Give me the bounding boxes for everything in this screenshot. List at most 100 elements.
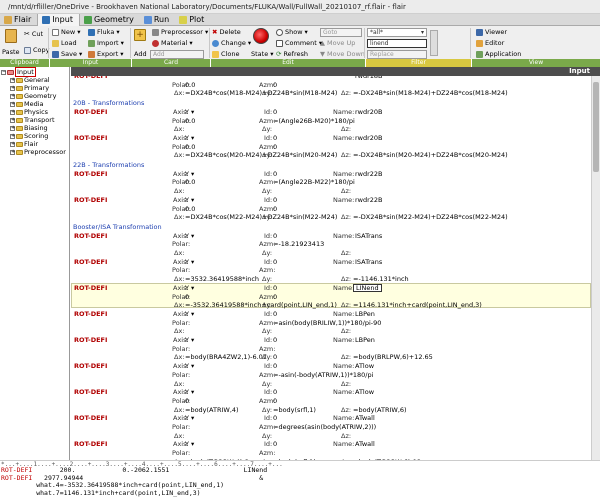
axis-value[interactable]: Y ▾	[185, 108, 194, 116]
name-value[interactable]: ATlow	[355, 388, 374, 396]
name-input[interactable]: LINend	[353, 283, 382, 292]
azm-value[interactable]: =asin(body(BRILIW,1))*180/pi-90	[273, 319, 381, 327]
load-button[interactable]: Load	[52, 39, 77, 48]
move-down-button[interactable]: ▼ Move Down	[320, 50, 365, 59]
expand-icon[interactable]: +	[10, 125, 15, 131]
tree-item-general[interactable]: + General	[10, 76, 50, 84]
collapse-icon[interactable]: −	[1, 69, 6, 75]
azm-value[interactable]: =(Angle22B-M22)*180/pi	[273, 178, 355, 186]
polar-value[interactable]: 0	[185, 397, 189, 405]
id-value[interactable]: 0	[273, 440, 277, 448]
tree-item-preprocessor[interactable]: + Preprocessor	[10, 148, 66, 156]
axis-value[interactable]: Y ▾	[185, 258, 194, 266]
tree-item-scoring[interactable]: + Scoring	[10, 132, 48, 140]
dz-value[interactable]: =body(ATRIW,6)	[353, 406, 407, 414]
goto-input[interactable]: Goto	[320, 28, 362, 37]
name-value[interactable]: ISATrans	[355, 232, 382, 240]
expand-icon[interactable]: +	[10, 149, 15, 155]
dx-value[interactable]: =body(ATRIW,4)	[185, 406, 239, 414]
scrollbar-thumb[interactable]	[593, 82, 599, 172]
tree-item-primary[interactable]: + Primary	[10, 84, 49, 92]
dx-value[interactable]: =body(BRA4ZW2,1)-6.07	[185, 353, 267, 361]
id-value[interactable]: 0	[273, 336, 277, 344]
expand-icon[interactable]: +	[10, 93, 15, 99]
tab-input[interactable]: Input	[37, 14, 80, 26]
id-value[interactable]: 0	[273, 170, 277, 178]
azm-value[interactable]: 0	[273, 397, 277, 405]
polar-value[interactable]: 0.0	[185, 205, 195, 213]
card-name[interactable]: ROT-DEFI	[74, 284, 107, 292]
show-button[interactable]: Show ▾	[276, 28, 308, 37]
azm-value[interactable]: =degrees(asin(body(ATRIW,2)))	[273, 423, 376, 431]
change-button[interactable]: Change ▾	[212, 39, 251, 48]
editor-scrollbar[interactable]	[591, 76, 600, 460]
id-value[interactable]: 0	[273, 310, 277, 318]
tab-flair[interactable]: Flair	[0, 14, 37, 26]
viewer-button[interactable]: Viewer	[476, 28, 507, 37]
card-name[interactable]: ROT-DEFI	[74, 196, 107, 204]
card-name[interactable]: ROT-DEFI	[74, 258, 107, 266]
name-value[interactable]: LBPen	[355, 336, 375, 344]
dy-value[interactable]: 0	[273, 353, 277, 361]
axis-value[interactable]: Y ▾	[185, 170, 194, 178]
save-button[interactable]: Save ▾	[52, 50, 82, 59]
axis-value[interactable]: Y ▾	[185, 310, 194, 318]
azm-value[interactable]: =(Angle26B-M20)*180/pi	[273, 117, 355, 125]
tree-item-biasing[interactable]: + Biasing	[10, 124, 48, 132]
expand-icon[interactable]: +	[10, 141, 15, 147]
card-name[interactable]: ROT-DEFI	[74, 108, 107, 116]
id-value[interactable]: 0	[273, 362, 277, 370]
dz-value[interactable]: =-DX24B*sin(M22-M24)+DZ24B*cos(M22-M24)	[353, 213, 508, 221]
name-value[interactable]: ATlow	[355, 362, 374, 370]
paste-button[interactable]: Paste	[2, 28, 20, 58]
comment-button[interactable]: Comment ▾	[276, 39, 322, 48]
refresh-button[interactable]: ⟳ Refresh	[276, 50, 308, 59]
dz-value[interactable]: =body(BRLPW,6)+12.65	[353, 353, 433, 361]
name-value[interactable]: LBPen	[355, 310, 375, 318]
name-value[interactable]: ISATrans	[355, 258, 382, 266]
editor-button[interactable]: Editor	[476, 39, 504, 48]
id-value[interactable]: 0	[273, 196, 277, 204]
name-value[interactable]: rwdr20B	[355, 134, 383, 142]
card-text-view[interactable]: ROT-DEFI 200. 0.-2062.1551 LINend ROT-DEF…	[0, 466, 600, 500]
card-name[interactable]: ROT-DEFI	[74, 170, 107, 178]
id-value[interactable]: 0	[273, 388, 277, 396]
state-button[interactable]: State ▾	[251, 28, 273, 60]
card-name[interactable]: ROT-DEFI	[74, 440, 107, 448]
preprocessor-menu[interactable]: Preprocessor ▾	[152, 28, 208, 37]
import-button[interactable]: Import ▾	[88, 39, 124, 48]
export-button[interactable]: Export ▾	[88, 50, 124, 59]
tree-item-media[interactable]: + Media	[10, 100, 44, 108]
axis-value[interactable]: Y ▾	[185, 134, 194, 142]
new-button[interactable]: New ▾	[52, 28, 80, 37]
cut-button[interactable]: ✂ Cut	[24, 30, 43, 39]
azm-value[interactable]: 0	[273, 205, 277, 213]
add-card-button[interactable]: +	[134, 29, 148, 43]
delete-button[interactable]: ✖ Delete	[212, 28, 241, 37]
name-value[interactable]: ATwall	[355, 440, 375, 448]
id-value[interactable]: 0	[273, 108, 277, 116]
copy-button[interactable]: Copy	[24, 46, 50, 55]
id-value[interactable]: 0	[273, 134, 277, 142]
tree-item-flair[interactable]: + Flair	[10, 140, 38, 148]
azm-value[interactable]: 0	[273, 143, 277, 151]
polar-value[interactable]: 0	[185, 293, 189, 301]
dx-value[interactable]: =-3532.36419588*inch+card(point,LIN_end,…	[185, 301, 337, 309]
card-name[interactable]: ROT-DEFI	[74, 310, 107, 318]
id-value[interactable]: 0	[273, 284, 277, 292]
tab-run[interactable]: Run	[140, 14, 175, 26]
axis-value[interactable]: Y ▾	[185, 284, 194, 292]
tree-item-physics[interactable]: + Physics	[10, 108, 48, 116]
expand-icon[interactable]: +	[10, 101, 15, 107]
application-button[interactable]: Application	[476, 50, 521, 59]
dz-value[interactable]: =1146.131*inch+card(point,LIN_end,3)	[353, 301, 482, 309]
replace-input[interactable]: Replace	[367, 50, 427, 59]
axis-value[interactable]: Y ▾	[185, 362, 194, 370]
expand-icon[interactable]: +	[10, 133, 15, 139]
card-name[interactable]: ROT-DEFI	[74, 336, 107, 344]
name-value[interactable]: ATwall	[355, 414, 375, 422]
expand-icon[interactable]: +	[10, 109, 15, 115]
expand-icon[interactable]: +	[10, 85, 15, 91]
axis-value[interactable]: Y ▾	[185, 440, 194, 448]
card-name[interactable]: ROT-DEFI	[74, 232, 107, 240]
